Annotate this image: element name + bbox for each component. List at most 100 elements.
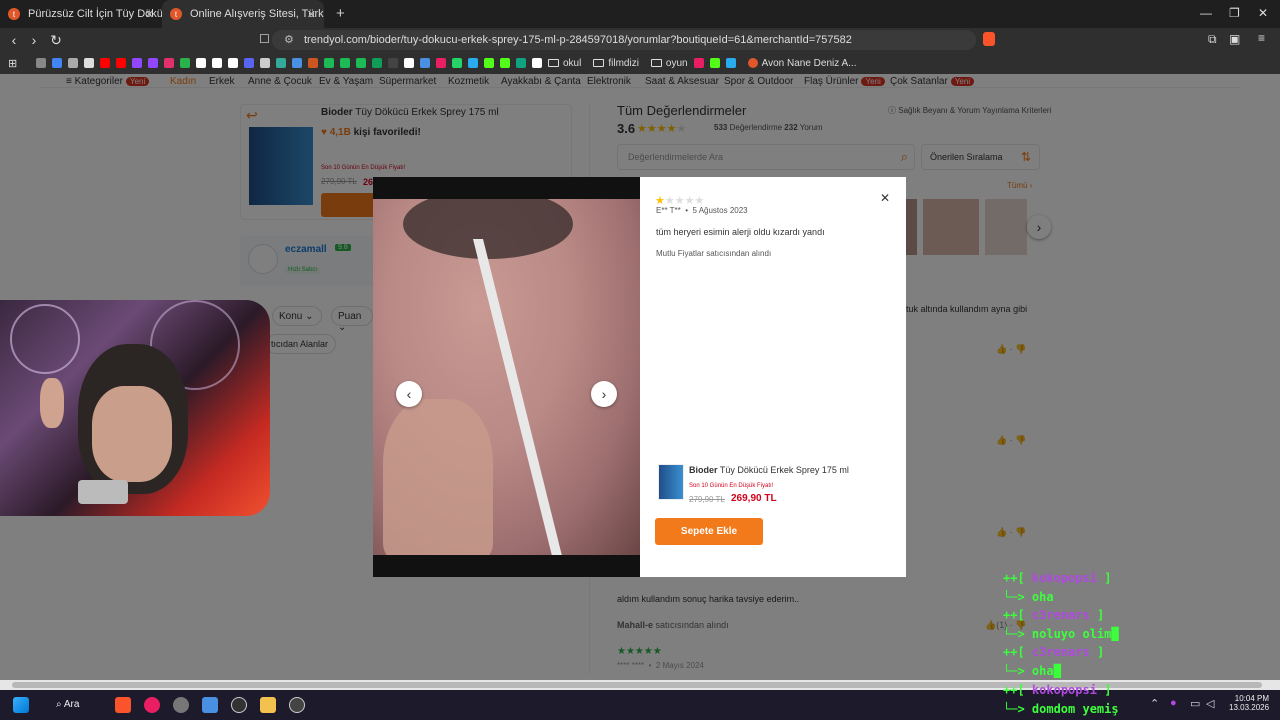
minimize-icon[interactable]: — (1200, 6, 1212, 20)
photos-icon[interactable] (202, 697, 218, 713)
chevron-up-icon[interactable]: ⌃ (1150, 697, 1159, 710)
spotify-icon[interactable] (340, 58, 350, 68)
bookmark-icon[interactable] (436, 58, 446, 68)
spotify-icon[interactable] (356, 58, 366, 68)
kick-icon[interactable] (500, 58, 510, 68)
spotify-icon[interactable] (324, 58, 334, 68)
bookmark-icon[interactable] (388, 58, 398, 68)
modal-add-to-cart-button[interactable]: Sepete Ekle (655, 518, 763, 545)
chat-line-message: └─> oha (1003, 590, 1054, 604)
taskbar-app-icon[interactable] (289, 697, 305, 713)
telegram-icon[interactable] (468, 58, 478, 68)
twitch-icon[interactable] (132, 58, 142, 68)
bookmark-icon[interactable] (693, 58, 704, 68)
volume-icon[interactable]: ◁ (1206, 697, 1214, 710)
github-icon[interactable] (404, 58, 414, 68)
review-author: E** T** (656, 206, 681, 215)
bookmark-icon[interactable] (276, 58, 286, 68)
bookmark-avon[interactable]: Avon Nane Deniz A... (747, 58, 856, 69)
bookmark-icon[interactable] (420, 58, 430, 68)
whatsapp-icon[interactable] (452, 58, 462, 68)
close-modal-icon[interactable]: ✕ (880, 191, 890, 205)
review-detail-panel: ✕ ★★★★★ E** T** • 5 Ağustos 2023 tüm her… (640, 177, 906, 577)
photo-prev-button[interactable]: ‹ (396, 381, 422, 407)
tapestry-sun (10, 304, 80, 374)
bookmark-icon[interactable] (180, 58, 190, 68)
review-date: 5 Ağustos 2023 (692, 206, 748, 215)
bookmark-icon[interactable] (532, 58, 542, 68)
tab-2[interactable]: t Online Alışveriş Sitesi, Türkiye'nin ✕ (162, 0, 324, 28)
mic-icon[interactable]: ● (1170, 697, 1177, 709)
site-info-icon[interactable]: ⚙ (284, 30, 294, 50)
review-stars: ★★★★★ (655, 195, 705, 207)
history-icon[interactable] (36, 58, 46, 68)
back-icon[interactable]: ‹ (4, 32, 24, 48)
clock-time: 10:04 PM (1234, 694, 1269, 703)
taskbar-app-icon[interactable] (173, 697, 189, 713)
discord-icon[interactable] (244, 58, 254, 68)
forward-icon[interactable]: › (24, 32, 44, 48)
kick-icon[interactable] (484, 58, 494, 68)
twitch-icon[interactable] (148, 58, 158, 68)
file-explorer-icon[interactable] (260, 697, 276, 713)
review-photo-viewer: ‹ › (373, 177, 640, 577)
clock[interactable]: 10:04 PM 13.03.2026 (1229, 694, 1269, 712)
bookmark-folder-oyun[interactable]: oyun (650, 58, 688, 69)
tiktok-icon[interactable] (212, 58, 222, 68)
photo-next-button[interactable]: › (591, 381, 617, 407)
bookmark-icon[interactable] (260, 58, 270, 68)
tab-1[interactable]: t Pürüzsüz Cilt İçin Tüy Dökücü Kremle ✕ (0, 0, 162, 28)
chatgpt-icon[interactable] (516, 58, 526, 68)
new-tab-icon[interactable]: + (336, 5, 345, 22)
maximize-icon[interactable]: ❐ (1229, 6, 1240, 20)
modal-product-name: Tüy Dökücü Erkek Sprey 175 ml (719, 465, 849, 475)
bookmark-icon[interactable]: ☐ (259, 32, 270, 46)
close-window-icon[interactable]: ✕ (1258, 6, 1268, 20)
bookmark-folder-okul[interactable]: okul (548, 58, 581, 69)
sidebar-icon[interactable]: ▣ (1229, 32, 1240, 46)
reload-icon[interactable]: ↻ (46, 32, 66, 49)
modal-lowest-price-note: Son 10 Günün En Düşük Fiyatı! (689, 483, 774, 489)
brave-taskbar-icon[interactable] (115, 697, 131, 713)
url-text: trendyol.com/bioder/tuy-dokucu-erkek-spr… (304, 34, 852, 46)
close-tab-icon[interactable]: ✕ (307, 8, 316, 21)
chat-line-message: └─> noluyo olim█ (1003, 627, 1119, 641)
instagram-icon[interactable] (164, 58, 174, 68)
folder-icon (650, 59, 662, 67)
trendyol-favicon: t (170, 8, 182, 20)
streamer-hand (40, 378, 64, 428)
chat-line-user: ++[ kokopopsi ] (1003, 571, 1112, 585)
clock-date: 13.03.2026 (1229, 703, 1270, 712)
bookmark-icon[interactable] (308, 58, 318, 68)
kick-icon[interactable] (709, 58, 720, 68)
windows-start-icon[interactable] (13, 697, 29, 713)
url-bar[interactable]: ⚙ trendyol.com/bioder/tuy-dokucu-erkek-s… (272, 30, 976, 50)
media-player-icon[interactable] (144, 697, 160, 713)
tiktok-icon[interactable] (228, 58, 238, 68)
brave-shield-icon[interactable] (983, 32, 995, 46)
review-photo (373, 199, 640, 555)
bookmark-icon[interactable] (725, 58, 736, 68)
bookmark-icon[interactable] (292, 58, 302, 68)
modal-product-thumbnail (658, 464, 684, 500)
bookmark-icon[interactable] (84, 58, 94, 68)
folder-icon (593, 59, 605, 67)
modal-product-brand: Bioder (689, 465, 718, 475)
chat-line-user: ++[ c3renars ] (1003, 608, 1105, 622)
bookmark-folder-filmdizi[interactable]: filmdizi (593, 58, 639, 69)
bookmark-icon[interactable] (372, 58, 382, 68)
extensions-icon[interactable]: ⧉ (1208, 32, 1217, 47)
youtube-icon[interactable] (100, 58, 110, 68)
search-icon: ⌕ (56, 699, 62, 710)
taskbar-app-icon[interactable] (231, 697, 247, 713)
bookmark-icon[interactable] (68, 58, 78, 68)
apps-icon[interactable]: ⊞ (8, 57, 17, 70)
x-icon[interactable] (196, 58, 206, 68)
google-icon[interactable] (52, 58, 62, 68)
youtube-icon[interactable] (116, 58, 126, 68)
bookmarks-bar: ⊞ okul filmdizi oyun Avon Nane Deniz A..… (0, 52, 1280, 74)
close-tab-icon[interactable]: ✕ (145, 8, 154, 21)
menu-icon[interactable]: ≡ (1258, 31, 1265, 45)
network-icon[interactable]: ▭ (1190, 697, 1200, 710)
taskbar-search[interactable]: ⌕ Ara (56, 696, 102, 714)
